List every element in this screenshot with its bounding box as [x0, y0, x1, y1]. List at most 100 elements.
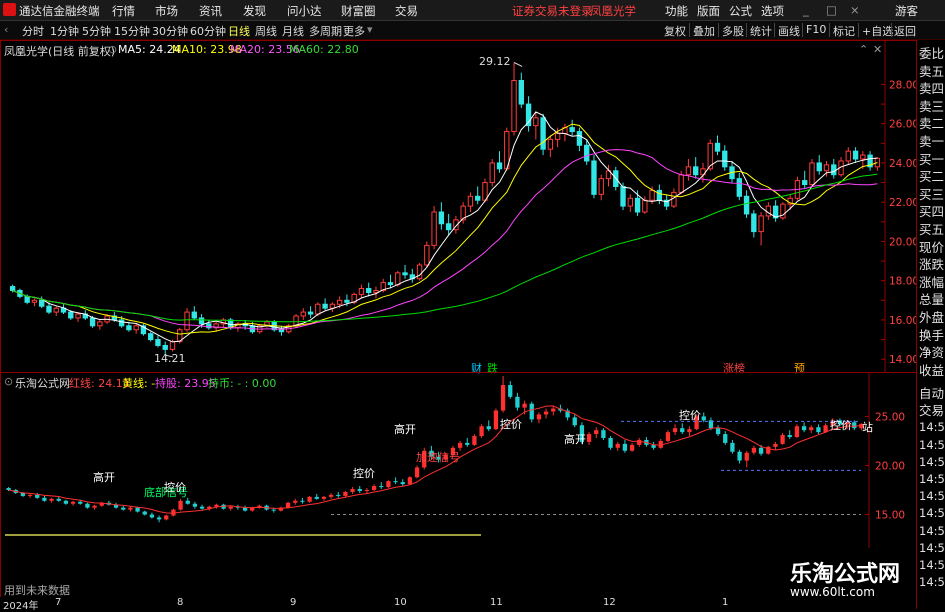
menu-news[interactable]: 资讯: [199, 3, 222, 19]
menu-formula[interactable]: 公式: [729, 3, 752, 19]
period-tab-5min[interactable]: 5分钟: [82, 23, 111, 39]
menu-market-quotes[interactable]: 行情: [112, 3, 135, 19]
watermark-name: 乐淘公式网: [790, 562, 901, 587]
stats-button[interactable]: 统计: [750, 23, 772, 39]
login-status[interactable]: 证券交易未登录: [512, 3, 593, 19]
candle-body: [576, 131, 583, 146]
indicator-bar: [78, 501, 83, 504]
menu-trade[interactable]: 交易: [395, 3, 418, 19]
candle-body: [329, 303, 336, 309]
candle-body: [169, 341, 176, 350]
hold-coin-value: 持币: - : 0.00: [208, 377, 277, 390]
settings-gear-icon[interactable]: ⊙: [108, 43, 117, 56]
candle-body: [97, 321, 103, 327]
maximize-button[interactable]: □: [826, 3, 837, 17]
quote-field-8: 买三: [919, 186, 945, 202]
chevron-down-icon[interactable]: ▾: [367, 23, 373, 36]
period-tab-weekly[interactable]: 周线: [255, 23, 277, 39]
indicator-bar: [70, 501, 76, 504]
guest-label[interactable]: 游客: [895, 3, 918, 19]
minimize-button[interactable]: _: [803, 3, 809, 17]
menu-layout[interactable]: 版面: [697, 3, 720, 19]
indicator-bar: [56, 498, 61, 501]
menu-discover[interactable]: 发现: [243, 3, 266, 19]
indicator-bar: [164, 515, 169, 520]
period-tab-daily[interactable]: 日线: [228, 23, 250, 39]
indicator-bar: [723, 434, 728, 443]
close-panel-icon[interactable]: ✕: [873, 43, 882, 56]
candle-body: [496, 162, 503, 170]
app-logo-icon: [3, 3, 16, 16]
multi-stock-button[interactable]: 多股: [722, 23, 744, 39]
high-price-label: 29.12: [479, 55, 511, 68]
menu-market[interactable]: 市场: [155, 3, 178, 19]
close-button[interactable]: ×: [850, 3, 860, 17]
candle-body: [591, 160, 597, 195]
overlay-button[interactable]: 叠加: [693, 23, 715, 39]
indicator-settings-icon[interactable]: ⊙: [4, 375, 13, 388]
menu-toggle-icon[interactable]: ‹: [4, 23, 8, 36]
candle-body: [489, 162, 495, 184]
candle-body: [416, 264, 423, 280]
indicator-bar: [285, 502, 291, 508]
candle-body: [358, 288, 365, 295]
quote-field-11: 现价: [919, 239, 945, 255]
trade-time-2: 14:56: [919, 420, 945, 435]
candle-body: [46, 305, 52, 313]
candle-body: [133, 325, 139, 331]
candle-body: [475, 195, 481, 201]
quote-field-7: 买二: [919, 169, 945, 185]
back-button[interactable]: 返回: [894, 23, 916, 39]
period-tab-multi[interactable]: 多周期: [309, 23, 342, 39]
candle-body: [9, 286, 16, 291]
high-marker: [513, 62, 523, 67]
candle-body: [89, 317, 96, 327]
indicator-bar: [543, 411, 549, 415]
candle-body: [344, 299, 350, 303]
date-label-year: 2024年: [3, 601, 39, 612]
indicator-bar: [357, 489, 362, 491]
draw-line-button[interactable]: 画线: [778, 23, 800, 39]
indicator-bar: [307, 496, 312, 502]
period-tab-more[interactable]: 更多: [343, 23, 365, 39]
menu-function[interactable]: 功能: [665, 3, 688, 19]
indicator-bar: [42, 497, 47, 501]
candle-body: [482, 182, 488, 201]
quote-field-13: 涨幅: [919, 274, 945, 290]
indicator-bar: [142, 511, 147, 515]
indicator-bar: [522, 403, 527, 408]
adjust-button[interactable]: 复权: [664, 23, 686, 39]
indicator-bar: [242, 507, 248, 511]
price-chart-canvas[interactable]: 28.00 26.00 24.00 22.00 20.00 18.00 16.00 14.00: [1, 41, 916, 372]
period-tab-monthly[interactable]: 月线: [282, 23, 304, 39]
indicator-bar: [328, 494, 334, 497]
menu-wealth-circle[interactable]: 财富圈: [341, 3, 376, 19]
add-watchlist-button[interactable]: +自选: [862, 23, 893, 39]
quote-field-9: 买四: [919, 204, 945, 220]
f10-button[interactable]: F10: [806, 23, 826, 36]
collapse-up-icon[interactable]: ⌃: [859, 43, 868, 56]
period-tab-60min[interactable]: 60分钟: [190, 23, 226, 39]
candle-body: [693, 166, 699, 176]
quote-field-12: 涨跌: [919, 257, 945, 273]
candle-body: [845, 150, 851, 162]
menu-ask-xiaoda[interactable]: 问小达: [287, 3, 322, 19]
indicator-bar: [350, 489, 355, 492]
ma10-line: [12, 123, 878, 335]
indicator-bar: [414, 467, 420, 478]
indicator-bar: [178, 500, 183, 510]
period-tab-30min[interactable]: 30分钟: [152, 23, 188, 39]
candle-body: [68, 311, 74, 319]
indicator-bar: [156, 517, 162, 520]
mark-button[interactable]: 标记: [833, 23, 855, 39]
main-price-chart[interactable]: 28.00 26.00 24.00 22.00 20.00 18.00 16.00 14.00…: [0, 40, 917, 375]
indicator-bar: [515, 396, 520, 408]
signal-label: 站: [862, 420, 873, 434]
period-tab-intraday[interactable]: 分时: [22, 23, 44, 39]
menu-options[interactable]: 选项: [761, 3, 784, 19]
period-tab-15min[interactable]: 15分钟: [114, 23, 150, 39]
indicator-bar: [479, 426, 484, 437]
quote-side-panel: 委比 卖五 卖四 卖三 卖二 卖一 买一 买二 买三 买四 买五 现价 涨跌 涨幅 总量 外盘 换手 净资 收益 自动…: [916, 40, 945, 609]
period-tab-1min[interactable]: 1分钟: [50, 23, 79, 39]
indicator-bar: [6, 488, 11, 490]
